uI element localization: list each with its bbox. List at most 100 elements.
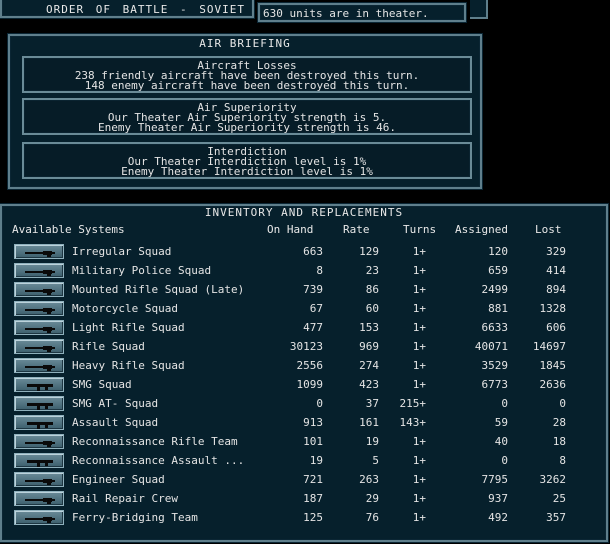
cell-rate: 23 [365,264,379,277]
cell-on-hand: 187 [303,492,323,505]
system-button[interactable] [14,263,64,278]
system-button[interactable] [14,415,64,430]
air-superiority-box: Air Superiority Our Theater Air Superior… [22,98,472,135]
column-header-rate: Rate [343,223,370,236]
table-row[interactable]: Reconnaissance Assault ... 19 5 1+ 0 8 [12,452,598,469]
cell-lost: 0 [559,397,566,410]
cell-turns: 1+ [412,283,426,296]
system-name: Ferry-Bridging Team [72,511,198,524]
submachine-gun-icon [27,384,53,391]
top-bar-title-panel: ORDER OF BATTLE - SOVIET [0,0,254,18]
system-button[interactable] [14,396,64,411]
cell-turns: 1+ [412,454,426,467]
system-button[interactable] [14,453,64,468]
air-briefing-panel: AIR BRIEFING Aircraft Losses 238 friendl… [8,34,482,189]
cell-rate: 29 [365,492,379,505]
system-name: Irregular Squad [72,245,172,258]
units-count-panel: 630 units are in theater. [258,3,466,22]
cell-assigned: 2499 [481,283,509,296]
system-button[interactable] [14,320,64,335]
cell-rate: 969 [359,340,379,353]
column-header-turns: Turns [403,223,437,236]
cell-on-hand: 663 [303,245,323,258]
table-row[interactable]: SMG AT- Squad 0 37 215+ 0 0 [12,395,598,412]
cell-lost: 1328 [539,302,567,315]
cell-lost: 14697 [532,340,566,353]
table-row[interactable]: Ferry-Bridging Team 125 76 1+ 492 357 [12,509,598,526]
table-row[interactable]: Assault Squad 913 161 143+ 59 28 [12,414,598,431]
table-row[interactable]: Irregular Squad 663 129 1+ 120 329 [12,243,598,260]
system-name: Motorcycle Squad [72,302,178,315]
cell-on-hand: 101 [303,435,323,448]
rifle-icon [25,479,55,485]
cell-assigned: 0 [501,454,508,467]
system-button[interactable] [14,282,64,297]
cell-lost: 8 [559,454,566,467]
table-row[interactable]: Rail Repair Crew 187 29 1+ 937 25 [12,490,598,507]
system-button[interactable] [14,301,64,316]
cell-turns: 1+ [412,473,426,486]
cell-turns: 1+ [412,359,426,372]
rifle-icon [25,441,55,447]
system-name: Rifle Squad [72,340,145,353]
table-row[interactable]: SMG Squad 1099 423 1+ 6773 2636 [12,376,598,393]
system-button[interactable] [14,377,64,392]
table-row[interactable]: Heavy Rifle Squad 2556 274 1+ 3529 1845 [12,357,598,374]
system-button[interactable] [14,491,64,506]
column-header-lost: Lost [535,223,562,236]
cell-rate: 161 [359,416,379,429]
cell-assigned: 881 [488,302,508,315]
system-button[interactable] [14,434,64,449]
table-row[interactable]: Military Police Squad 8 23 1+ 659 414 [12,262,598,279]
cell-on-hand: 739 [303,283,323,296]
system-button[interactable] [14,510,64,525]
system-button[interactable] [14,472,64,487]
assault-rifle-icon [27,422,53,429]
units-count-text: 630 units are in theater. [263,7,429,20]
page-title: ORDER OF BATTLE - SOVIET [46,3,245,16]
cell-rate: 19 [365,435,379,448]
cell-assigned: 59 [494,416,508,429]
cell-assigned: 40 [494,435,508,448]
cell-lost: 2636 [539,378,567,391]
rifle-icon [25,365,55,371]
system-button[interactable] [14,339,64,354]
table-row[interactable]: Light Rifle Squad 477 153 1+ 6633 606 [12,319,598,336]
system-name: Reconnaissance Rifle Team [72,435,238,448]
rifle-icon [25,517,55,523]
cell-assigned: 3529 [481,359,509,372]
system-name: Reconnaissance Assault ... [72,454,245,467]
column-header-systems: Available Systems [12,223,125,236]
cell-lost: 606 [546,321,566,334]
table-row[interactable]: Rifle Squad 30123 969 1+ 40071 14697 [12,338,598,355]
table-row[interactable]: Engineer Squad 721 263 1+ 7795 3262 [12,471,598,488]
cell-turns: 1+ [412,492,426,505]
cell-on-hand: 8 [316,264,323,277]
air-briefing-title: AIR BRIEFING [199,37,291,50]
aircraft-losses-box: Aircraft Losses 238 friendly aircraft ha… [22,56,472,93]
cell-rate: 76 [365,511,379,524]
cell-turns: 1+ [412,511,426,524]
cell-turns: 1+ [412,245,426,258]
horse-rider-icon [25,289,55,295]
cell-lost: 357 [546,511,566,524]
top-bar-edge [470,0,488,19]
cell-assigned: 6773 [481,378,509,391]
cell-lost: 18 [552,435,566,448]
cell-assigned: 40071 [474,340,508,353]
cell-on-hand: 125 [303,511,323,524]
system-button[interactable] [14,244,64,259]
cell-lost: 329 [546,245,566,258]
column-header-assigned: Assigned [455,223,508,236]
system-button[interactable] [14,358,64,373]
table-row[interactable]: Mounted Rifle Squad (Late) 739 86 1+ 2499 894 [12,281,598,298]
cell-on-hand: 19 [309,454,323,467]
table-row[interactable]: Motorcycle Squad 67 60 1+ 881 1328 [12,300,598,317]
table-row[interactable]: Reconnaissance Rifle Team 101 19 1+ 40 18 [12,433,598,450]
rifle-icon [25,251,55,257]
rifle-icon [25,498,55,504]
cell-rate: 86 [365,283,379,296]
enemy-superiority-text: Enemy Theater Air Superiority strength i… [97,121,396,134]
cell-assigned: 0 [501,397,508,410]
cell-lost: 25 [552,492,566,505]
